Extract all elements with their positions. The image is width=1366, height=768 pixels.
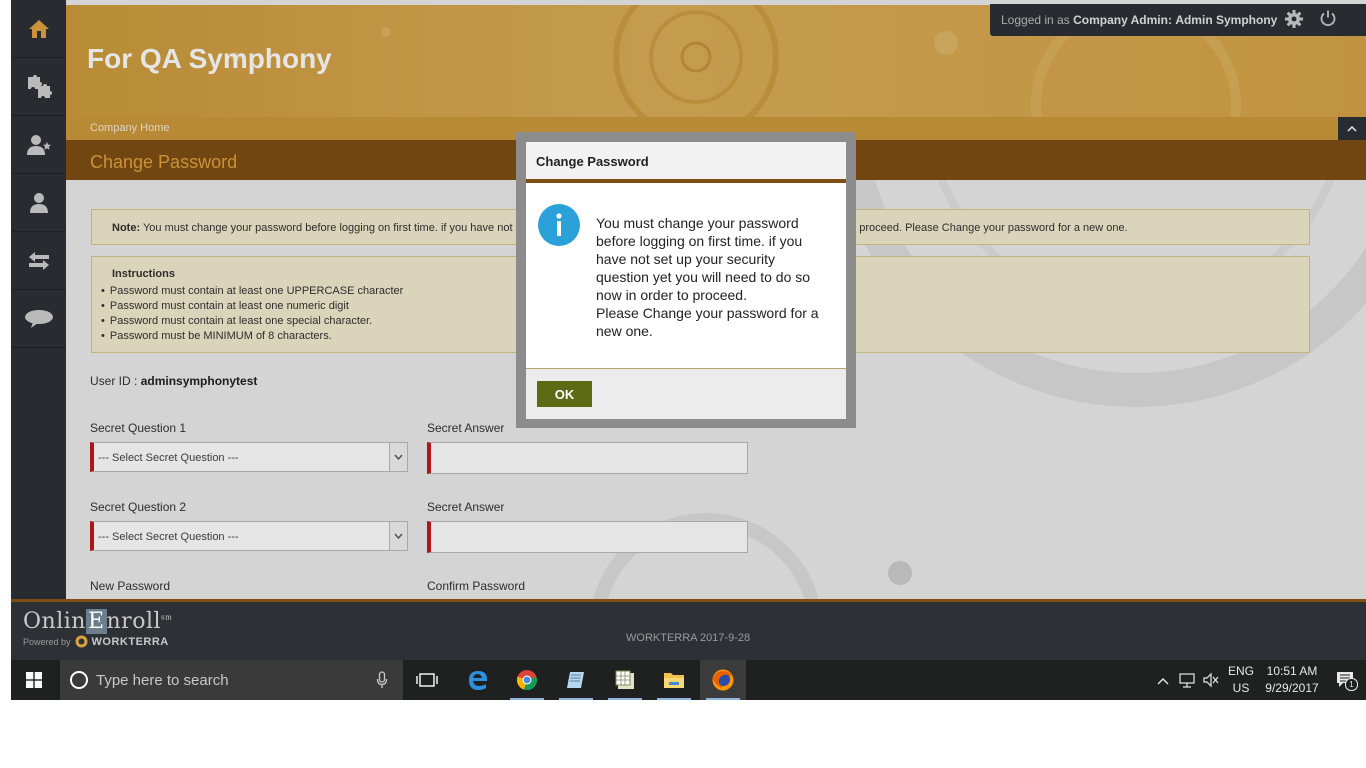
show-hidden-icons-button[interactable]	[1157, 672, 1169, 690]
action-center-button[interactable]: 1	[1336, 670, 1358, 695]
ok-button[interactable]: OK	[537, 381, 592, 407]
network-icon	[1179, 673, 1195, 688]
workterra-logo-icon	[75, 635, 88, 648]
app-running-indicator	[559, 698, 593, 700]
taskbar-chrome[interactable]	[504, 660, 550, 700]
powered-by-label: Powered by	[23, 636, 71, 647]
dialog-message-line-2: Please Change your password for a new on…	[596, 305, 819, 339]
task-view-button[interactable]	[404, 660, 450, 700]
taskbar-app-sheets[interactable]	[602, 660, 648, 700]
dialog-footer: OK	[526, 368, 846, 419]
task-view-icon	[416, 673, 438, 687]
taskbar-search-box[interactable]: Type here to search	[60, 660, 403, 700]
microphone-icon[interactable]	[376, 671, 388, 689]
notepad-app-icon	[567, 672, 584, 688]
dialog-message-line-1: You must change your password before log…	[596, 215, 811, 303]
logo-tm: sm	[161, 613, 173, 622]
taskbar-edge[interactable]	[455, 660, 501, 700]
app-running-indicator	[657, 698, 691, 700]
chrome-icon	[516, 670, 538, 690]
folder-icon	[664, 673, 684, 688]
windows-logo-icon	[26, 672, 42, 688]
chevron-up-icon	[1157, 678, 1169, 685]
start-button[interactable]	[11, 660, 57, 700]
dialog-title: Change Password	[536, 154, 649, 169]
speaker-muted-icon	[1203, 672, 1219, 688]
taskbar-firefox[interactable]	[700, 660, 746, 700]
onlinenroll-logo: OnlinEnrollsm Powered by WORKTERRA	[23, 609, 172, 648]
change-password-dialog: Change Password You must change your pas…	[516, 132, 856, 428]
language-code: ENG	[1227, 664, 1254, 678]
app-running-indicator	[608, 698, 642, 700]
network-button[interactable]	[1179, 672, 1195, 693]
screen: For QA Symphony Company Home Change Pass…	[11, 0, 1366, 700]
dialog-body: Change Password You must change your pas…	[526, 142, 846, 419]
system-clock[interactable]: 10:51 AM 9/29/2017	[1261, 663, 1323, 697]
taskbar-search-placeholder: Type here to search	[96, 672, 229, 689]
dialog-message: You must change your password before log…	[596, 214, 828, 340]
footer-version: WORKTERRA 2017-9-28	[626, 632, 751, 644]
app-running-indicator	[706, 698, 740, 700]
edge-icon	[469, 671, 487, 690]
logo-text-a: Onlin	[23, 609, 86, 634]
dialog-header: Change Password	[526, 142, 846, 183]
clock-date: 9/29/2017	[1265, 681, 1319, 695]
cortana-circle-icon	[70, 671, 88, 689]
clock-time: 10:51 AM	[1266, 664, 1318, 678]
page-footer: OnlinEnrollsm Powered by WORKTERRA WORKT…	[11, 599, 1366, 660]
firefox-icon	[712, 669, 734, 691]
taskbar-app-editor[interactable]	[553, 660, 599, 700]
spreadsheet-app-icon	[615, 670, 634, 689]
input-language-indicator[interactable]: ENG US	[1227, 663, 1255, 697]
notification-count-badge: 1	[1345, 678, 1358, 691]
logo-text-e: E	[85, 609, 107, 634]
powered-by-brand: WORKTERRA	[91, 635, 169, 648]
info-icon	[538, 204, 580, 246]
windows-taskbar: Type here to search ENG US 10:51 AM 9/29…	[11, 660, 1366, 700]
volume-button[interactable]	[1203, 672, 1219, 693]
taskbar-file-explorer[interactable]	[651, 660, 697, 700]
logo-text-b: nroll	[106, 609, 162, 634]
language-region: US	[1232, 681, 1250, 695]
app-running-indicator	[510, 698, 544, 700]
